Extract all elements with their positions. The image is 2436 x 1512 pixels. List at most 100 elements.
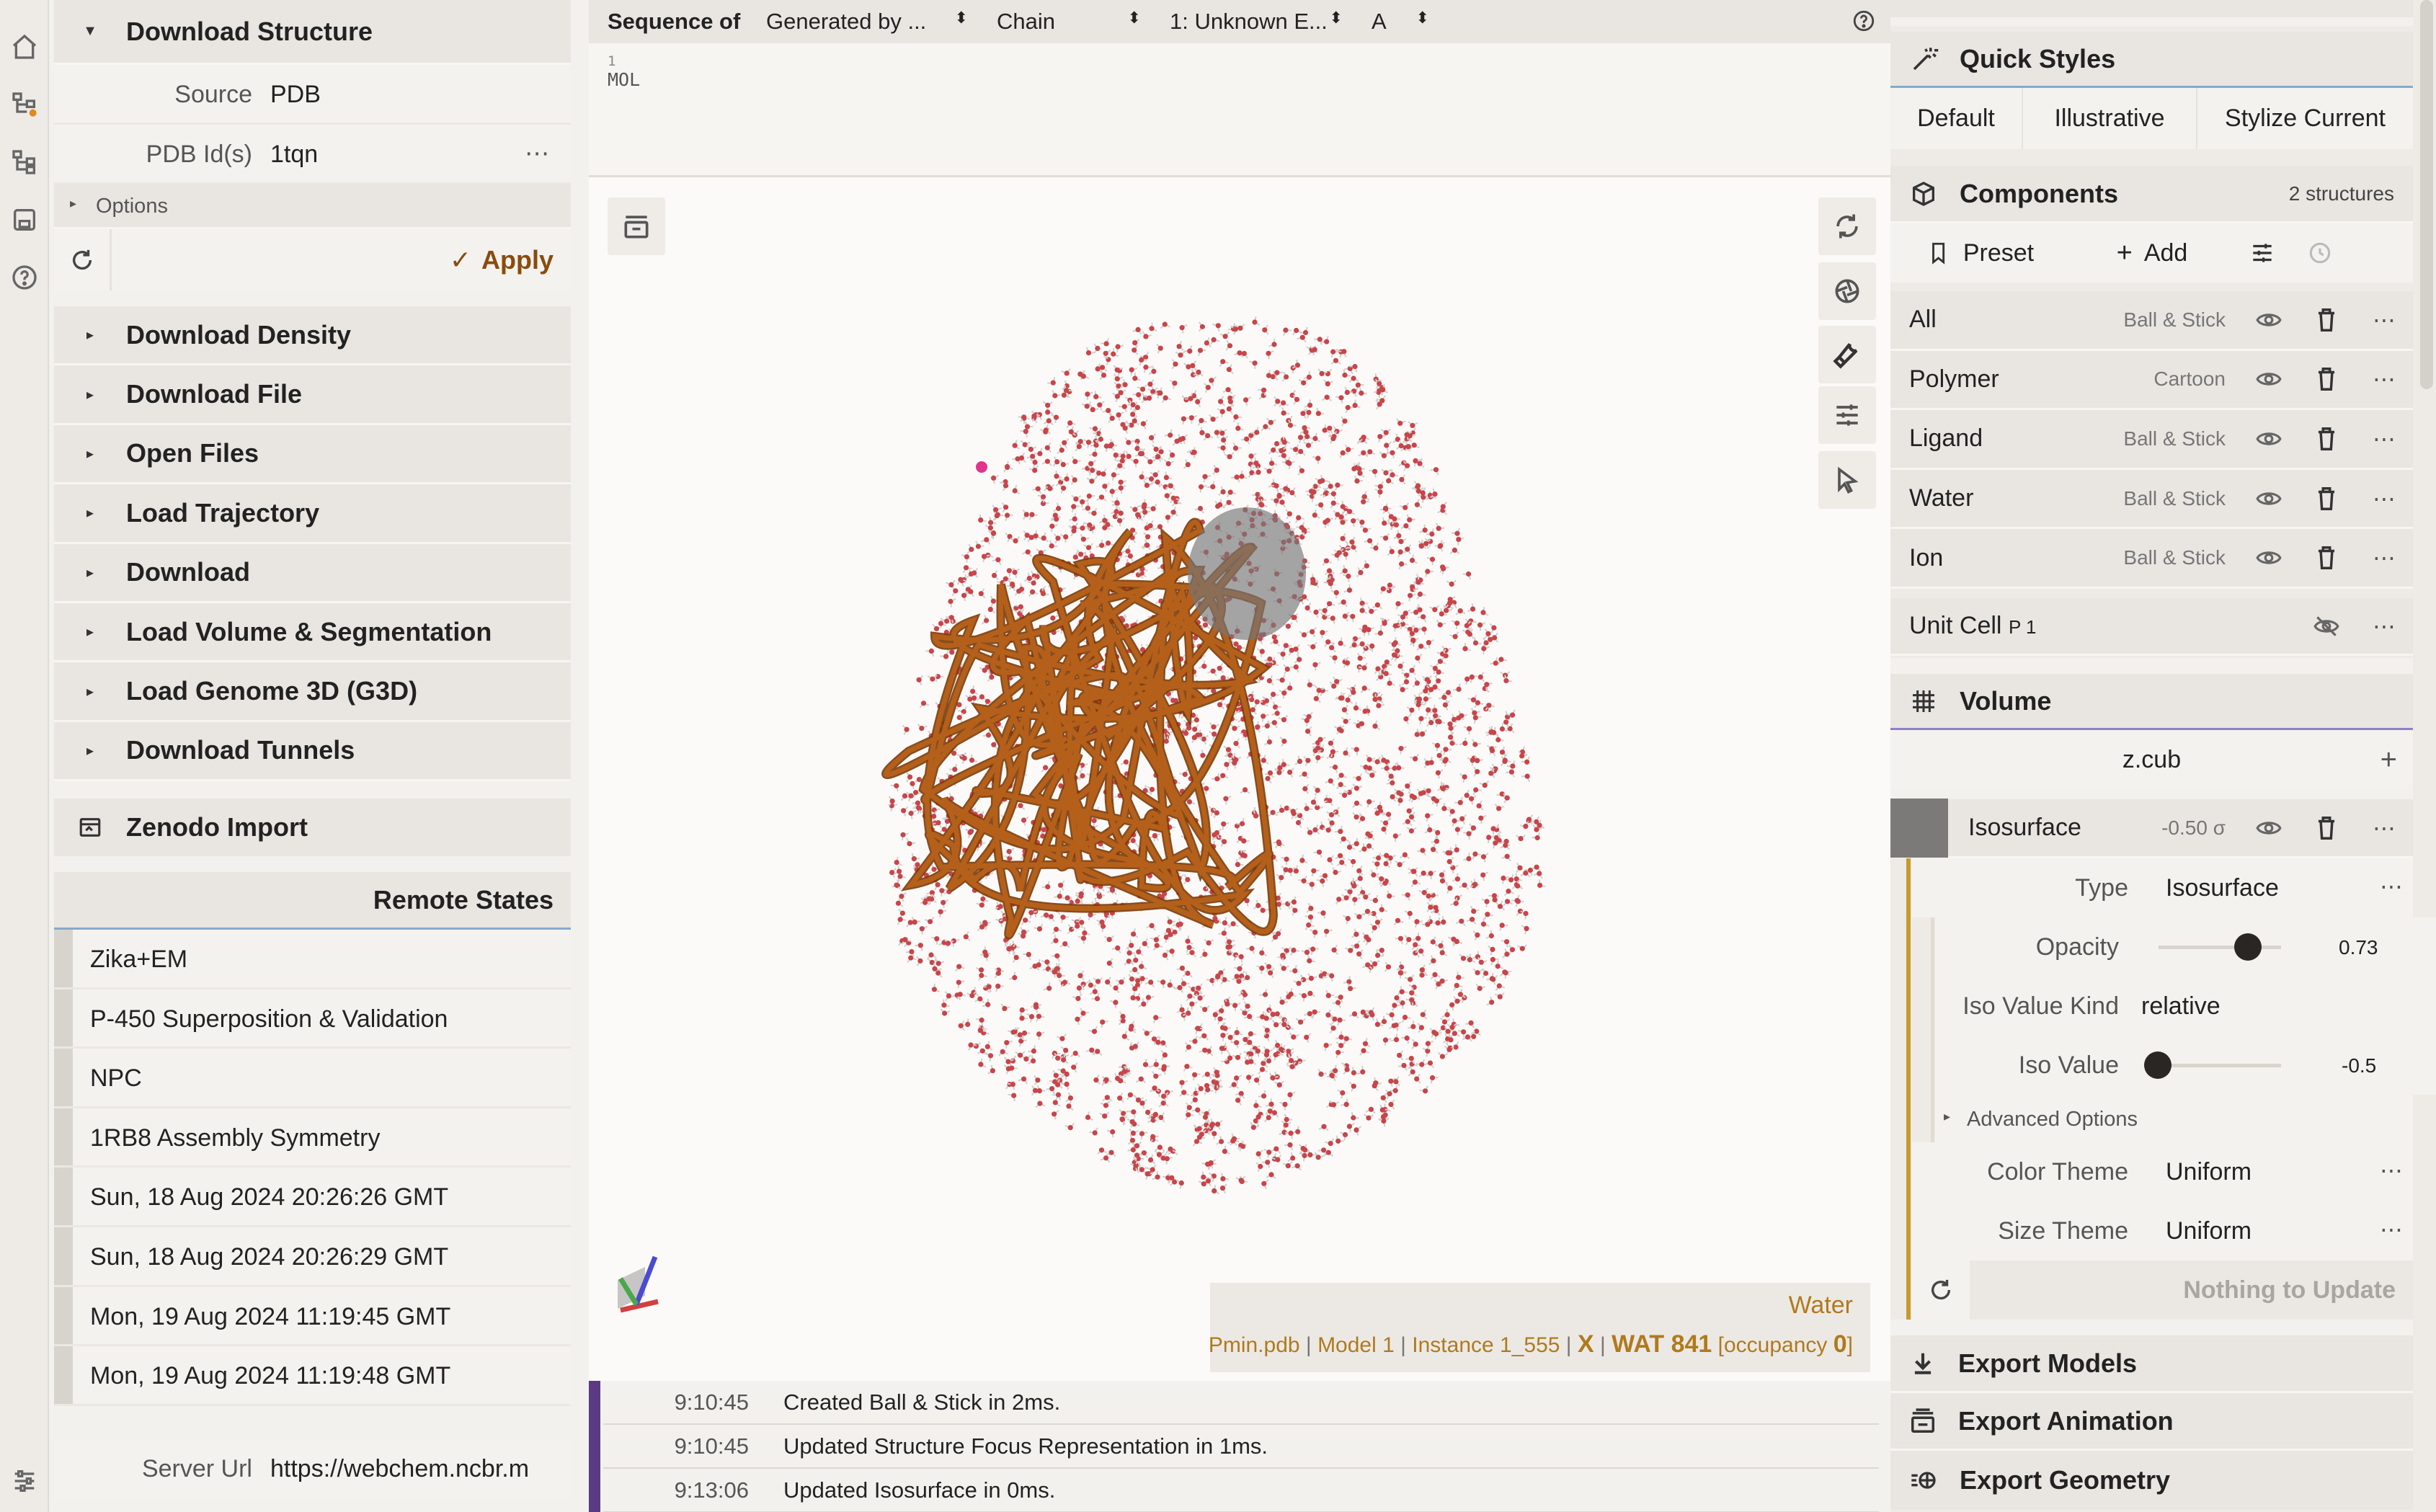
- section-download-tunnels[interactable]: ▸ Download Tunnels: [54, 721, 571, 782]
- server-url-input[interactable]: https://webchem.ncbr.m: [270, 1455, 566, 1483]
- component-all[interactable]: All Ball & Stick ⋯: [1890, 291, 2413, 351]
- download-structure-header[interactable]: ▼ Download Structure: [54, 0, 571, 65]
- settings-sliders-icon[interactable]: [1818, 386, 1876, 444]
- component-polymer[interactable]: Polymer Cartoon ⋯: [1890, 350, 2413, 411]
- remote-state-item[interactable]: P-450 Superposition & Validation: [54, 989, 571, 1049]
- right-panel-scrollbar[interactable]: [2420, 0, 2433, 389]
- options-toggle[interactable]: ▸ Options: [54, 184, 571, 229]
- options-sliders-icon[interactable]: [2233, 224, 2291, 282]
- molecule-canvas[interactable]: [589, 177, 1890, 1381]
- tree-icon[interactable]: [10, 148, 39, 177]
- eye-icon[interactable]: [2240, 799, 2298, 857]
- more-icon[interactable]: ⋯: [2355, 529, 2413, 587]
- generated-select[interactable]: Generated by ... ⬍: [766, 9, 982, 35]
- more-icon[interactable]: ⋯: [2355, 799, 2413, 857]
- eye-icon[interactable]: [2240, 410, 2298, 468]
- isosurface-color-swatch[interactable]: [1890, 798, 1948, 858]
- trash-icon[interactable]: [2298, 410, 2355, 468]
- iso-value-slider[interactable]: [2159, 1064, 2281, 1067]
- animation-icon: [1909, 1408, 1937, 1435]
- section-download-density[interactable]: ▸ Download Density: [54, 306, 571, 366]
- screenshot-icon[interactable]: [1818, 262, 1876, 320]
- refresh-icon[interactable]: [54, 229, 112, 290]
- more-icon[interactable]: ⋯: [2380, 1216, 2403, 1243]
- illustrative-style-button[interactable]: Illustrative: [2023, 88, 2197, 149]
- section-load-trajectory[interactable]: ▸ Load Trajectory: [54, 484, 571, 544]
- sequence-residue[interactable]: MOL: [608, 69, 640, 90]
- eye-icon[interactable]: [2240, 470, 2298, 528]
- advanced-options-toggle[interactable]: ▸ Advanced Options: [1935, 1095, 2413, 1142]
- wrench-icon[interactable]: [1818, 326, 1876, 383]
- 3d-viewport[interactable]: Water Pmin.pdb | Model 1 | Instance 1_55…: [589, 177, 1890, 1381]
- source-select[interactable]: PDB: [270, 81, 321, 109]
- size-theme-select[interactable]: Uniform: [2166, 1217, 2251, 1245]
- more-icon[interactable]: ⋯: [2355, 350, 2413, 408]
- chain-select[interactable]: A ⬍: [1372, 9, 1429, 35]
- iso-value-slider-thumb[interactable]: [2144, 1051, 2171, 1079]
- remote-state-item[interactable]: Zika+EM: [54, 930, 571, 990]
- more-icon[interactable]: ⋯: [2380, 1157, 2403, 1184]
- add-button[interactable]: + Add: [2071, 238, 2233, 269]
- remote-state-item[interactable]: Mon, 19 Aug 2024 11:19:45 GMT: [54, 1286, 571, 1347]
- toggle-controls-icon[interactable]: [608, 197, 665, 255]
- section-load-volume-segmentation[interactable]: ▸ Load Volume & Segmentation: [54, 603, 571, 663]
- export-animation-header[interactable]: Export Animation: [1890, 1393, 2413, 1451]
- isosurface-row[interactable]: Isosurface -0.50 σ ⋯: [1890, 798, 2413, 858]
- more-icon[interactable]: ⋯: [508, 139, 566, 168]
- more-icon[interactable]: ⋯: [2355, 291, 2413, 349]
- eye-icon[interactable]: [2240, 350, 2298, 408]
- trash-icon[interactable]: [2298, 291, 2355, 349]
- type-select[interactable]: Isosurface: [2166, 874, 2279, 902]
- trash-icon[interactable]: [2298, 799, 2355, 857]
- history-icon[interactable]: [2291, 224, 2349, 282]
- trash-icon[interactable]: [2298, 529, 2355, 587]
- component-ligand[interactable]: Ligand Ball & Stick ⋯: [1890, 410, 2413, 470]
- sliders-icon[interactable]: [10, 1467, 39, 1495]
- default-style-button[interactable]: Default: [1890, 88, 2023, 149]
- help-icon[interactable]: [10, 263, 39, 292]
- mode-select[interactable]: Chain ⬍: [997, 9, 1155, 35]
- remote-state-item[interactable]: 1RB8 Assembly Symmetry: [54, 1108, 571, 1168]
- section-open-files[interactable]: ▸ Open Files: [54, 424, 571, 485]
- trash-icon[interactable]: [2298, 350, 2355, 408]
- reset-camera-icon[interactable]: [1818, 197, 1876, 255]
- more-icon[interactable]: ⋯: [2380, 873, 2403, 900]
- remote-state-item[interactable]: Sun, 18 Aug 2024 20:26:26 GMT: [54, 1168, 571, 1227]
- pdb-ids-input[interactable]: 1tqn: [270, 141, 318, 169]
- stylize-current-button[interactable]: Stylize Current: [2197, 88, 2413, 149]
- more-icon[interactable]: ⋯: [2355, 410, 2413, 468]
- preset-button[interactable]: Preset: [1890, 239, 2071, 267]
- apply-button[interactable]: ✓ Apply: [450, 245, 554, 275]
- export-models-header[interactable]: Export Models: [1890, 1335, 2413, 1393]
- component-ion[interactable]: Ion Ball & Stick ⋯: [1890, 529, 2413, 589]
- section-download[interactable]: ▸ Download: [54, 543, 571, 603]
- opacity-slider[interactable]: [2159, 946, 2281, 949]
- select-cursor-icon[interactable]: [1818, 451, 1876, 509]
- unit-cell-row[interactable]: Unit Cell P 1 ⋯: [1890, 598, 2413, 656]
- zenodo-import-header[interactable]: Zenodo Import: [54, 799, 571, 856]
- more-icon[interactable]: ⋯: [2355, 470, 2413, 528]
- remote-state-item[interactable]: Mon, 19 Aug 2024 11:19:48 GMT: [54, 1346, 571, 1406]
- export-geometry-header[interactable]: Export Geometry: [1890, 1451, 2413, 1510]
- eye-icon[interactable]: [2240, 529, 2298, 587]
- help-icon[interactable]: [1852, 9, 1876, 39]
- home-icon[interactable]: [10, 32, 39, 61]
- remote-state-item[interactable]: NPC: [54, 1049, 571, 1108]
- save-icon[interactable]: [10, 205, 39, 234]
- color-theme-select[interactable]: Uniform: [2166, 1158, 2251, 1186]
- remote-state-item[interactable]: Sun, 18 Aug 2024 20:26:29 GMT: [54, 1227, 571, 1287]
- more-icon[interactable]: ⋯: [2355, 597, 2413, 655]
- entity-select[interactable]: 1: Unknown E... ⬍: [1170, 9, 1357, 35]
- section-download-file[interactable]: ▸ Download File: [54, 365, 571, 425]
- section-load-genome-3d-g3d[interactable]: ▸ Load Genome 3D (G3D): [54, 662, 571, 722]
- tree-icon[interactable]: [10, 90, 39, 119]
- plus-icon[interactable]: +: [2381, 744, 2397, 776]
- volume-file-row[interactable]: z.cub +: [1890, 730, 2413, 789]
- eye-off-icon[interactable]: [2298, 597, 2355, 655]
- opacity-slider-thumb[interactable]: [2234, 933, 2262, 961]
- component-water[interactable]: Water Ball & Stick ⋯: [1890, 469, 2413, 530]
- trash-icon[interactable]: [2298, 470, 2355, 528]
- eye-icon[interactable]: [2240, 291, 2298, 349]
- refresh-icon[interactable]: [1912, 1260, 1970, 1320]
- iso-kind-select[interactable]: relative: [2141, 992, 2221, 1020]
